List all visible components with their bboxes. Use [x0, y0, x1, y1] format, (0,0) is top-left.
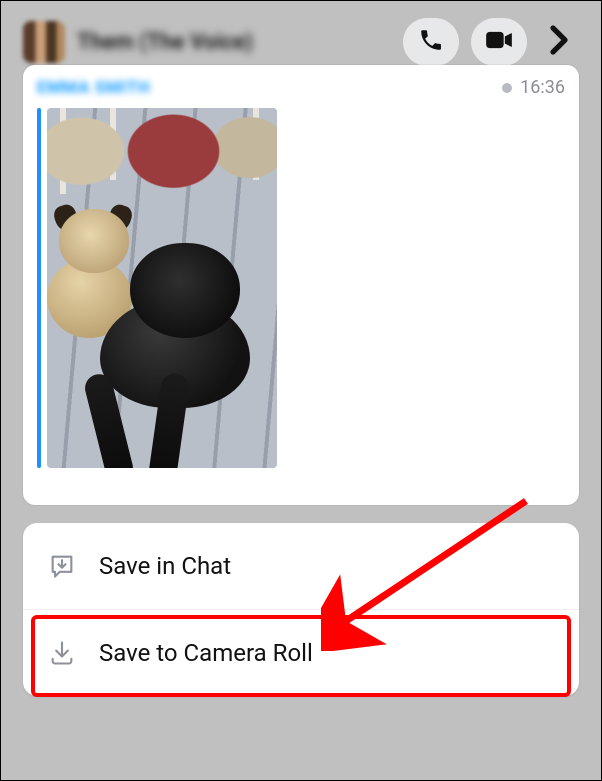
message-body [37, 108, 565, 468]
timestamp-group: 16:36 [502, 77, 565, 98]
chevron-right-icon [550, 25, 568, 59]
chat-title[interactable]: Them (The Voice) [77, 30, 391, 55]
save-to-camera-roll-item[interactable]: Save to Camera Roll [23, 609, 579, 696]
profile-chevron[interactable] [539, 18, 579, 66]
save-in-chat-icon [47, 551, 77, 581]
menu-item-label: Save in Chat [99, 552, 231, 580]
message-accent-bar [37, 108, 41, 468]
chat-header: Them (The Voice) [23, 15, 579, 69]
video-call-button[interactable] [471, 18, 527, 66]
sender-name: EMMA SMITH [37, 78, 150, 98]
call-button[interactable] [403, 18, 459, 66]
avatar[interactable] [23, 21, 65, 63]
save-in-chat-item[interactable]: Save in Chat [23, 523, 579, 609]
message-photo[interactable] [47, 108, 277, 468]
delivered-dot-icon [502, 83, 512, 93]
phone-icon [418, 27, 444, 57]
menu-item-label: Save to Camera Roll [99, 639, 313, 667]
download-icon [47, 638, 77, 668]
context-menu: Save in Chat Save to Camera Roll [23, 523, 579, 696]
message-timestamp: 16:36 [520, 77, 565, 98]
video-icon [485, 29, 513, 55]
message-header: EMMA SMITH 16:36 [37, 77, 565, 98]
message-card: EMMA SMITH 16:36 [23, 65, 579, 505]
